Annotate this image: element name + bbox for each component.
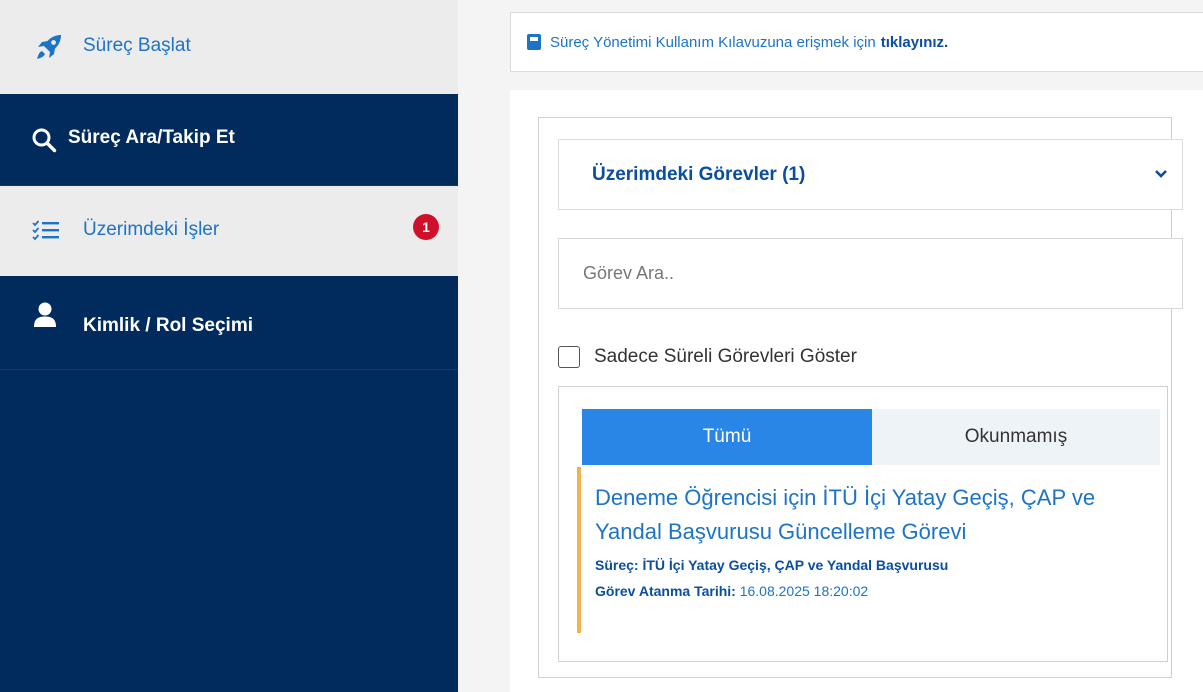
sidebar-item-identity-role[interactable]: Kimlik / Rol Seçimi <box>0 276 458 370</box>
guide-info-bar: Süreç Yönetimi Kullanım Kılavuzuna erişm… <box>510 12 1203 72</box>
chevron-down-icon[interactable] <box>1151 164 1171 184</box>
task-process-value: İTÜ İçi Yatay Geçiş, ÇAP ve Yandal Başvu… <box>642 557 949 573</box>
task-list-box: Tümü Okunmamış Deneme Öğrencisi için İTÜ… <box>558 386 1168 662</box>
sidebar: Süreç Başlat Süreç Ara/Takip Et Üzerimde… <box>0 0 458 692</box>
sidebar-item-my-tasks[interactable]: Üzerimdeki İşler 1 <box>0 186 458 276</box>
my-tasks-accordion[interactable]: Üzerimdeki Görevler (1) <box>558 139 1183 210</box>
guide-info-text: Süreç Yönetimi Kullanım Kılavuzuna erişm… <box>550 33 876 51</box>
rocket-icon <box>34 32 64 62</box>
timed-tasks-filter[interactable]: Sadece Süreli Görevleri Göster <box>558 346 857 368</box>
task-process-label: Süreç: <box>595 557 639 573</box>
task-date-value: 16.08.2025 18:20:02 <box>739 583 869 599</box>
accordion-title: Üzerimdeki Görevler (1) <box>592 164 806 185</box>
task-item[interactable]: Deneme Öğrencisi için İTÜ İçi Yatay Geçi… <box>577 467 1137 633</box>
content-area: Üzerimdeki Görevler (1) Sadece Süreli Gö… <box>510 90 1203 692</box>
task-tabs: Tümü Okunmamış <box>582 409 1160 465</box>
sidebar-item-label: Kimlik / Rol Seçimi <box>83 315 253 336</box>
task-assigned-date: Görev Atanma Tarihi: 16.08.2025 18:20:02 <box>595 583 868 599</box>
sidebar-item-start-process[interactable]: Süreç Başlat <box>0 0 458 94</box>
task-search-input[interactable] <box>558 238 1183 309</box>
guide-link[interactable]: tıklayınız. <box>881 34 949 51</box>
book-icon <box>527 34 541 50</box>
sidebar-item-label: Süreç Başlat <box>83 35 191 56</box>
notification-badge: 1 <box>413 214 439 240</box>
task-title[interactable]: Deneme Öğrencisi için İTÜ İçi Yatay Geçi… <box>595 481 1135 549</box>
tasks-panel: Üzerimdeki Görevler (1) Sadece Süreli Gö… <box>538 117 1183 678</box>
timed-tasks-checkbox[interactable] <box>558 346 580 368</box>
sidebar-item-search-track[interactable]: Süreç Ara/Takip Et <box>0 94 458 186</box>
main-content: Süreç Yönetimi Kullanım Kılavuzuna erişm… <box>458 0 1203 692</box>
checklist-icon <box>32 220 60 242</box>
task-date-label: Görev Atanma Tarihi: <box>595 583 736 599</box>
search-icon <box>31 127 57 153</box>
task-process: Süreç: İTÜ İçi Yatay Geçiş, ÇAP ve Yanda… <box>595 557 948 573</box>
checkbox-label: Sadece Süreli Görevleri Göster <box>594 346 857 367</box>
tab-unread[interactable]: Okunmamış <box>872 409 1160 465</box>
tab-all[interactable]: Tümü <box>582 409 872 465</box>
user-icon <box>33 302 57 328</box>
sidebar-item-label: Süreç Ara/Takip Et <box>68 127 235 148</box>
sidebar-item-label: Üzerimdeki İşler <box>83 219 220 240</box>
